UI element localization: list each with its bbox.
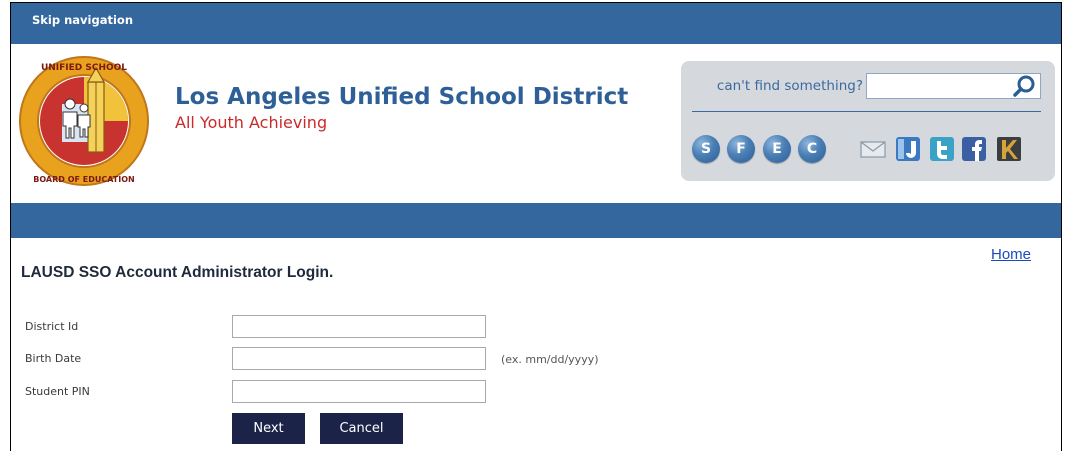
twitter-icon[interactable]	[929, 135, 955, 163]
top-nav-bar	[11, 3, 1061, 44]
search-divider	[692, 111, 1041, 112]
birth-date-hint: (ex. mm/dd/yyyy)	[501, 353, 599, 366]
next-button[interactable]: Next	[232, 413, 305, 444]
k-logo-icon[interactable]	[996, 135, 1022, 163]
birth-date-label: Birth Date	[25, 352, 82, 365]
secondary-nav-bar	[11, 203, 1061, 238]
skip-navigation-link[interactable]: Skip navigation	[32, 13, 133, 27]
lausd-j-icon[interactable]	[895, 135, 921, 163]
search-icon[interactable]	[1010, 73, 1040, 99]
student-pin-label: Student PIN	[25, 385, 90, 398]
seal-text-bottom: BOARD OF EDUCATION	[33, 175, 134, 184]
page-title: LAUSD SSO Account Administrator Login.	[21, 264, 334, 281]
e-circle-icon[interactable]: E	[763, 135, 791, 163]
email-icon[interactable]	[860, 135, 886, 163]
home-link[interactable]: Home	[991, 246, 1031, 263]
district-id-field[interactable]	[232, 315, 486, 338]
s-circle-icon[interactable]: S	[692, 135, 720, 163]
student-pin-field[interactable]	[232, 380, 486, 403]
search-label: can't find something?	[716, 78, 863, 94]
birth-date-field[interactable]	[232, 347, 486, 370]
lausd-seal-logo[interactable]: UNIFIED SCHOOL BOARD OF EDUCATION	[18, 52, 150, 190]
facebook-icon[interactable]	[961, 135, 987, 163]
district-id-label: District Id	[25, 320, 79, 333]
c-circle-icon[interactable]: C	[798, 135, 826, 163]
seal-text-top: UNIFIED SCHOOL	[41, 63, 127, 73]
district-tagline: All Youth Achieving	[175, 113, 328, 132]
district-title: Los Angeles Unified School District	[175, 84, 629, 110]
f-circle-icon[interactable]: F	[727, 135, 755, 163]
cancel-button[interactable]: Cancel	[320, 413, 403, 444]
